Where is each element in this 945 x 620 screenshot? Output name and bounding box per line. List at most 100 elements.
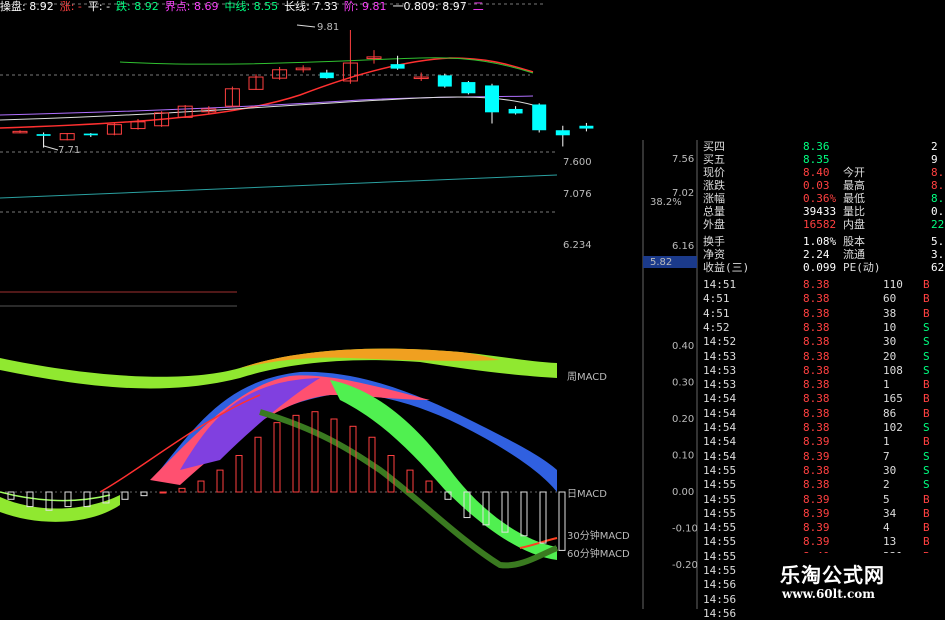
tick-cell: 14:56 bbox=[703, 592, 737, 606]
candle-body bbox=[319, 72, 334, 79]
band-green bbox=[330, 380, 557, 560]
macd-legend-m60_label: 60分钟MACD bbox=[567, 547, 630, 560]
tick-cell: 14:54 bbox=[703, 421, 737, 434]
tick-cell: S bbox=[923, 463, 930, 477]
macd-bar bbox=[330, 418, 338, 493]
macd-bar bbox=[64, 491, 72, 508]
candle-body bbox=[532, 104, 547, 131]
tick-cell: 14:55 bbox=[703, 535, 737, 549]
tick-cell: 14:54 bbox=[703, 435, 737, 449]
tick-cell: B bbox=[923, 506, 930, 520]
tick-cell: 14:55 bbox=[703, 564, 737, 577]
tick-cell: 14:53 bbox=[703, 349, 737, 363]
band-left bbox=[0, 495, 120, 522]
quote-cell: 3.64 bbox=[931, 248, 945, 261]
tick-cell: 8.38 bbox=[803, 320, 830, 334]
watermark-url: www.60lt.com bbox=[782, 587, 875, 601]
macd-axis-label: -0.10 bbox=[672, 524, 698, 535]
quote-cell: 0. bbox=[931, 205, 945, 218]
tick-cell: S bbox=[923, 363, 930, 377]
candle-body bbox=[555, 130, 570, 136]
candle-body bbox=[390, 64, 405, 69]
tick-cell: 8.38 bbox=[803, 363, 830, 377]
tick-cell: 14:51 bbox=[703, 278, 737, 291]
tick-cell: 8.38 bbox=[803, 335, 830, 349]
watermark: 乐淘公式网 www.60lt.com bbox=[750, 553, 945, 609]
price-axis-label: 7.600 bbox=[563, 157, 592, 168]
tick-cell: 7 bbox=[883, 449, 890, 463]
tick-cell: 4:52 bbox=[703, 320, 730, 334]
tick-cell: 30 bbox=[883, 335, 897, 349]
tick-cell: 14:55 bbox=[703, 549, 737, 563]
quote-cell: 净资 bbox=[703, 248, 725, 261]
tick-cell: 14:52 bbox=[703, 335, 737, 349]
tick-cell: 20 bbox=[883, 349, 897, 363]
tick-cell: 8.38 bbox=[803, 378, 830, 392]
quote-cell: 流通 bbox=[843, 248, 865, 261]
quote-cell: 9 bbox=[931, 153, 938, 166]
tick-cell: 10 bbox=[883, 320, 897, 334]
tick-cell: 165 bbox=[883, 392, 903, 406]
axis-labels: 7.6007.0766.2347.567.0238.2%6.165.820.40… bbox=[563, 154, 698, 571]
low-label: 7.71 bbox=[58, 145, 80, 156]
macd-bar bbox=[26, 491, 34, 508]
macd-bar bbox=[425, 480, 433, 493]
quote-cell: 8.36 bbox=[803, 140, 830, 153]
macd-bar bbox=[121, 491, 129, 500]
macd-legend-zhou_label: 周MACD bbox=[567, 371, 607, 383]
tick-cell: B bbox=[923, 392, 930, 406]
ma-long bbox=[0, 174, 558, 199]
quote-cell: 8. bbox=[931, 192, 945, 205]
quote-cell: 买五 bbox=[703, 153, 725, 166]
tick-cell: B bbox=[923, 378, 930, 392]
tick-cell: 14:54 bbox=[703, 449, 737, 463]
tick-cell: 5 bbox=[883, 492, 890, 506]
tick-cell: 13 bbox=[883, 535, 897, 549]
candle-body bbox=[36, 134, 51, 136]
tick-cell: 14:55 bbox=[703, 463, 737, 477]
quote-cell: 8. bbox=[931, 166, 945, 179]
candlestick-series: 9.81 7.71 bbox=[12, 22, 594, 156]
macd-bar bbox=[539, 491, 547, 544]
macd-legend-m30_label: 30分钟MACD bbox=[567, 529, 630, 542]
tick-cell: 14:54 bbox=[703, 406, 737, 420]
macd-axis-label: 0.20 bbox=[672, 414, 694, 425]
tick-cell: 34 bbox=[883, 506, 897, 520]
macd-legend-ri_label: 日MACD bbox=[567, 489, 607, 500]
quote-cell: 39433 bbox=[803, 205, 837, 218]
candle-body bbox=[508, 108, 523, 114]
quote-cell: 8.40 bbox=[803, 166, 830, 179]
tick-cell: 102 bbox=[883, 421, 903, 434]
high-pointer bbox=[296, 24, 316, 28]
tick-cell: 8.38 bbox=[803, 392, 830, 406]
macd-axis-label: 0.30 bbox=[672, 378, 694, 389]
quote-cell: 内盘 bbox=[843, 218, 865, 231]
tick-cell: 14:55 bbox=[703, 492, 737, 506]
tick-cell: 8.38 bbox=[803, 463, 830, 477]
tick-cell: 8.38 bbox=[803, 478, 830, 492]
macd-bands bbox=[0, 348, 559, 569]
macd-bar bbox=[235, 455, 243, 493]
tick-cell: S bbox=[923, 320, 930, 334]
tick-cell: 8.38 bbox=[803, 349, 830, 363]
small-axis-label: 6.16 bbox=[672, 241, 694, 252]
tick-cell: 110 bbox=[883, 278, 903, 291]
ma-white bbox=[0, 96, 534, 121]
quote-cell: 0.099 bbox=[803, 261, 837, 274]
tick-cell: 60 bbox=[883, 292, 897, 306]
ma-purple bbox=[0, 95, 534, 116]
quote-cell: 量比 bbox=[843, 205, 865, 218]
line-left bbox=[0, 491, 111, 502]
tick-cell: 8.39 bbox=[803, 535, 830, 549]
macd-bar bbox=[216, 469, 224, 493]
macd-bar bbox=[349, 425, 357, 493]
candle-body bbox=[485, 85, 499, 113]
quote-cell: 今开 bbox=[843, 166, 865, 179]
quote-cell: 2.24 bbox=[803, 248, 830, 261]
tick-cell: B bbox=[923, 535, 930, 549]
quote-cell: 16582 bbox=[803, 218, 837, 231]
macd-axis-label: -0.20 bbox=[672, 560, 698, 571]
tick-cell: B bbox=[923, 306, 930, 320]
tick-cell: 14:54 bbox=[703, 392, 737, 406]
quote-cell: 0.36% bbox=[803, 192, 837, 205]
